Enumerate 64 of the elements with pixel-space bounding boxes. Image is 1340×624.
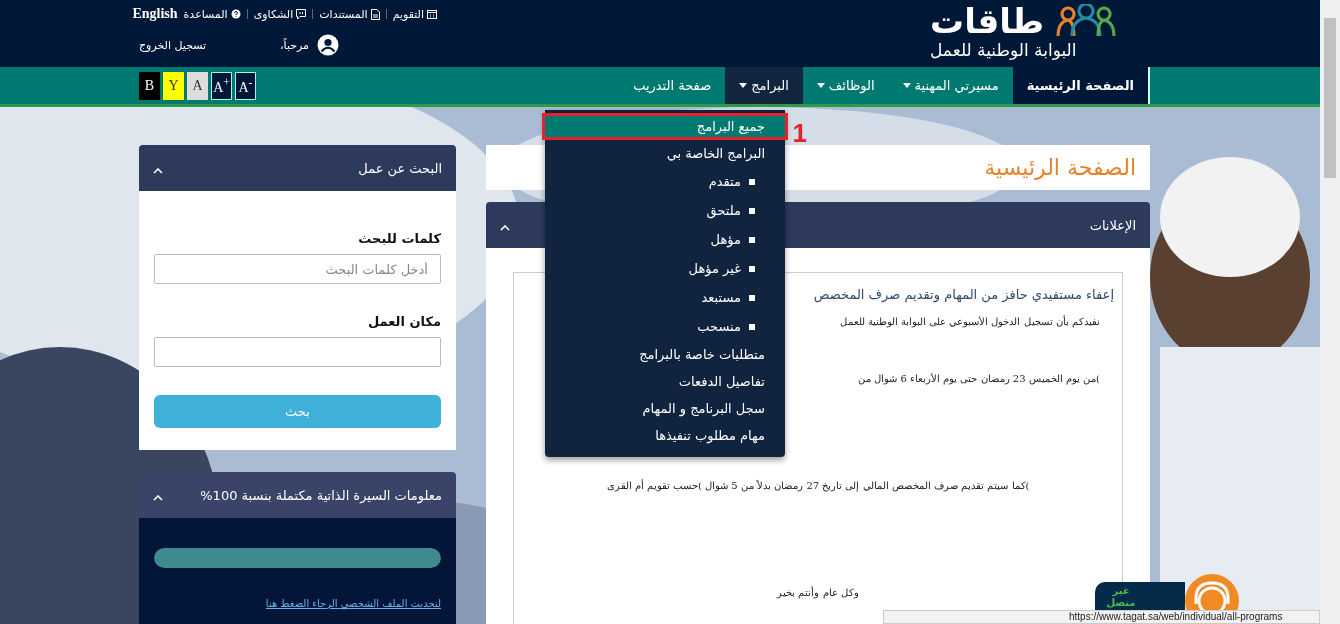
scrollbar[interactable]	[1320, 0, 1340, 624]
document-icon	[370, 8, 380, 20]
panel-title: الإعلانات	[1089, 217, 1136, 233]
menu-item[interactable]: البرامج الخاصة بي	[545, 140, 785, 167]
bullet-icon	[749, 236, 755, 243]
font-style-button[interactable]: Y	[163, 71, 184, 100]
menu-item[interactable]: منسحب	[545, 312, 785, 341]
input-field[interactable]	[154, 337, 441, 367]
caret-up-icon[interactable]	[153, 494, 163, 501]
menu-item[interactable]: مؤهل	[545, 225, 785, 254]
announcement-text: نفيدكم بأن تسجيل الدخول الأسبوعي على البوابة الوطنية للعمل	[839, 316, 1100, 327]
menu-item[interactable]: ملتحق	[545, 196, 785, 225]
top-link[interactable]: الشكاوى	[251, 7, 309, 21]
chat-icon	[296, 8, 307, 20]
bullet-icon	[749, 178, 755, 185]
font-style-button[interactable]: A	[187, 71, 208, 100]
top-link[interactable]: المستندات	[317, 7, 382, 21]
nav-item[interactable]: صفحة التدريب	[619, 67, 726, 104]
field-label: كلمات للبحث	[357, 231, 441, 246]
bullet-icon	[749, 207, 755, 214]
bullet-icon	[749, 265, 755, 272]
announcement-text: وكل عام وأنتم بخير	[777, 587, 859, 598]
nav-item[interactable]: الصفحة الرئيسية	[1012, 67, 1148, 104]
language-link[interactable]: English	[132, 6, 178, 22]
greeting-text: مرحباً،	[280, 38, 309, 52]
nav-item[interactable]: مسيرتي المهنية	[888, 67, 1013, 104]
top-link[interactable]: التقويم	[390, 7, 439, 21]
announcement-text: )من يوم الخميس 23 رمضان حتى يوم الأربعاء 6 شوال من	[858, 373, 1100, 384]
menu-item[interactable]: تفاصيل الدفعات	[545, 368, 785, 395]
caret-icon	[902, 83, 911, 88]
menu-item[interactable]: متقدم	[545, 167, 785, 196]
logout-link[interactable]: تسجيل الخروج	[139, 38, 207, 52]
font-style-button[interactable]: $^{-}$A	[235, 71, 256, 100]
step-number: 1	[792, 118, 807, 149]
announcement-text: )كما سيتم تقديم صرف المخصص المالي إلى تاريخ 27 رمضان بدلاً من 5 شوال )حسب تقويم أم القرى	[606, 480, 1030, 491]
profile-link[interactable]: لتحديث الملف الشخصي الرجاء الضغط هنا	[154, 598, 441, 609]
menu-item[interactable]: سجل البرنامج و المهام	[545, 395, 785, 422]
people-logo-icon	[1054, 4, 1118, 38]
help-icon	[230, 9, 241, 19]
nav-item[interactable]: البرامج	[725, 67, 803, 104]
user-icon[interactable]	[317, 34, 339, 56]
font-style-button[interactable]: $^{+}$A	[211, 71, 232, 100]
menu-item[interactable]: مستبعد	[545, 283, 785, 312]
panel-title: معلومات السيرة الذاتية مكتملة بنسبة 100%	[200, 487, 442, 503]
caret-up-icon[interactable]	[153, 167, 163, 174]
nav-item[interactable]: الوظائف	[802, 67, 889, 104]
menu-item[interactable]: مهام مطلوب تنفيذها	[545, 422, 785, 449]
bullet-icon	[749, 323, 755, 330]
top-link[interactable]: المساعدة	[181, 7, 243, 21]
field-label: مكان العمل	[366, 314, 441, 329]
caret-icon	[816, 83, 825, 88]
bullet-icon	[749, 294, 755, 301]
announcement-headline: إعفاء مستفيدي حافز من المهام وتقديم صرف المخصص	[813, 287, 1114, 302]
logo-name: طاقات	[930, 2, 1044, 40]
panel-title: البحث عن عمل	[358, 160, 442, 176]
logo-tagline: البوابة الوطنية للعمل	[930, 40, 1077, 60]
caret-icon	[739, 83, 748, 88]
font-style-button[interactable]: B	[139, 71, 160, 100]
caret-up-icon[interactable]	[500, 224, 510, 231]
page-title: الصفحة الرئيسية	[984, 155, 1136, 180]
menu-item[interactable]: متطلبات خاصة بالبرامج	[545, 341, 785, 368]
calendar-icon	[427, 9, 437, 19]
status-bar-url: https://www.tagat.sa/web/individual/all-programs	[883, 610, 1320, 624]
menu-item[interactable]: غير مؤهل	[545, 254, 785, 283]
